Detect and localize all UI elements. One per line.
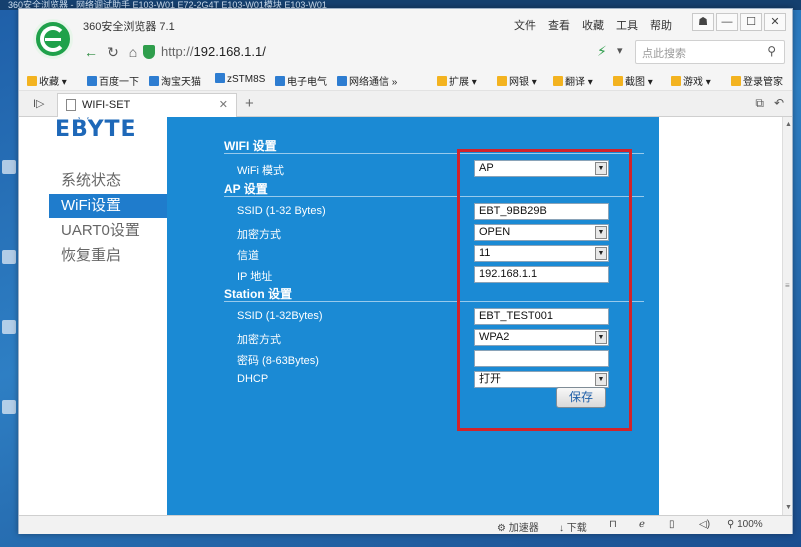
fav-item[interactable]: 登录管家 bbox=[731, 73, 783, 88]
status-bar: ⚙ 加速器 ↓ 下载 ⊓ ℯ ▯ ◁) ⚲ 100% bbox=[19, 515, 792, 534]
fav-item[interactable]: zSTM8S bbox=[215, 73, 265, 85]
favicon-icon bbox=[497, 76, 507, 86]
menu-view[interactable]: 查看 bbox=[548, 17, 570, 33]
menu-help[interactable]: 帮助 bbox=[650, 17, 672, 33]
scroll-grip-icon[interactable]: ≡ bbox=[785, 281, 790, 290]
ap-encryption-label: 加密方式 bbox=[237, 229, 281, 241]
favicon-icon bbox=[671, 76, 681, 86]
menu-file[interactable]: 文件 bbox=[514, 17, 536, 33]
menu-bar: 文件 查看 收藏 工具 帮助 bbox=[514, 17, 672, 33]
minimize-button[interactable]: — bbox=[716, 13, 738, 31]
accelerator-button[interactable]: ⚙ 加速器 bbox=[497, 519, 539, 534]
fav-item[interactable]: 淘宝天猫 bbox=[149, 73, 201, 88]
fav-item[interactable]: 网银 ▾ bbox=[497, 73, 537, 88]
favicon-icon bbox=[613, 76, 623, 86]
sta-encryption-label: 加密方式 bbox=[237, 334, 281, 346]
desktop-icon[interactable] bbox=[2, 320, 16, 334]
desktop-icon[interactable] bbox=[2, 400, 16, 414]
page-icon bbox=[66, 99, 76, 111]
tab-bar: I▷ WIFI-SET ✕ + ⧉ ↶ bbox=[19, 91, 792, 117]
chevron-down-icon[interactable]: ▾ bbox=[617, 44, 623, 57]
favorites-bar: 收藏 ▾ 百度一下 淘宝天猫 zSTM8S 电子电气 网络通信 » 扩展 ▾ 网… bbox=[19, 67, 792, 91]
browser-mode-icon[interactable]: ℯ bbox=[639, 519, 645, 530]
app-title: 360安全浏览器 7.1 bbox=[83, 21, 175, 33]
download-button[interactable]: ↓ 下载 bbox=[559, 519, 587, 534]
security-shield-icon[interactable] bbox=[143, 45, 155, 59]
maximize-button[interactable]: ☐ bbox=[740, 13, 762, 31]
search-input[interactable]: 点此搜索 ⚲ bbox=[635, 40, 785, 64]
search-placeholder: 点此搜索 bbox=[642, 48, 686, 60]
translate-icon[interactable]: ⊓ bbox=[609, 519, 617, 530]
zoom-level[interactable]: ⚲ 100% bbox=[727, 519, 763, 530]
star-icon bbox=[27, 76, 37, 86]
sidebar-item-uart0-settings[interactable]: UART0设置 bbox=[49, 219, 167, 243]
undo-close-icon[interactable]: ↶ bbox=[774, 96, 784, 111]
ap-ssid-label: SSID (1-32 Bytes) bbox=[237, 205, 326, 217]
desktop-icon[interactable] bbox=[2, 160, 16, 174]
scroll-up-icon[interactable]: ▲ bbox=[785, 121, 792, 128]
fav-item[interactable]: 百度一下 bbox=[87, 73, 139, 88]
highlight-annotation-box bbox=[457, 149, 632, 431]
section-title-station: Station 设置 bbox=[224, 287, 292, 301]
url-host: 192.168.1.1/ bbox=[193, 44, 266, 59]
favicon-icon bbox=[87, 76, 97, 86]
sta-password-label: 密码 (8-63Bytes) bbox=[237, 355, 319, 367]
menu-favorites[interactable]: 收藏 bbox=[582, 17, 604, 33]
search-icon[interactable]: ⚲ bbox=[767, 44, 776, 58]
sta-dhcp-label: DHCP bbox=[237, 373, 269, 385]
config-sidebar: \ ' / EBYTE 系统状态 WiFi设置 UART0设置 恢复重启 bbox=[19, 117, 167, 515]
title-bar: 360安全浏览器 7.1 文件 查看 收藏 工具 帮助 ☗ — ☐ ✕ bbox=[19, 9, 792, 37]
volume-icon[interactable]: ◁) bbox=[699, 519, 710, 530]
browser-logo-icon[interactable] bbox=[33, 19, 73, 59]
favicon-icon bbox=[553, 76, 563, 86]
window-controls: ☗ — ☐ ✕ bbox=[692, 13, 786, 31]
new-tab-icon[interactable]: + bbox=[245, 95, 254, 112]
fav-item-favorites[interactable]: 收藏 ▾ bbox=[27, 73, 67, 88]
ap-channel-label: 信道 bbox=[237, 250, 259, 262]
back-arrow-icon[interactable]: ← bbox=[81, 42, 101, 62]
home-icon[interactable]: ⌂ bbox=[123, 42, 143, 62]
fav-item[interactable]: 扩展 ▾ bbox=[437, 73, 477, 88]
favicon-icon bbox=[437, 76, 447, 86]
skin-icon[interactable]: ☗ bbox=[692, 13, 714, 31]
fav-item[interactable]: 截图 ▾ bbox=[613, 73, 653, 88]
fav-item[interactable]: 翻译 ▾ bbox=[553, 73, 593, 88]
section-title-ap: AP 设置 bbox=[224, 182, 268, 196]
url-field[interactable]: http://192.168.1.1/ bbox=[161, 41, 621, 63]
favicon-icon bbox=[731, 76, 741, 86]
tab-title: WIFI-SET bbox=[82, 99, 131, 111]
page-viewport: \ ' / EBYTE 系统状态 WiFi设置 UART0设置 恢复重启 WIF… bbox=[19, 117, 782, 515]
tab-tools: ⧉ ↶ bbox=[755, 96, 784, 111]
ap-ip-label: IP 地址 bbox=[237, 271, 273, 283]
wifi-mode-label: WiFi 模式 bbox=[237, 165, 285, 177]
sidebar-item-wifi-settings[interactable]: WiFi设置 bbox=[49, 194, 167, 218]
sidebar-item-restore-reboot[interactable]: 恢复重启 bbox=[49, 244, 167, 268]
menu-tools[interactable]: 工具 bbox=[616, 17, 638, 33]
favicon-icon bbox=[275, 76, 285, 86]
favicon-icon bbox=[149, 76, 159, 86]
settings-panel: WIFI 设置 WiFi 模式 AP ▼ AP 设置 SSID (1-32 By… bbox=[167, 117, 659, 515]
browser-window: 360安全浏览器 7.1 文件 查看 收藏 工具 帮助 ☗ — ☐ ✕ ← ↻ … bbox=[18, 8, 793, 534]
sta-ssid-label: SSID (1-32Bytes) bbox=[237, 310, 323, 322]
desktop-icon[interactable] bbox=[2, 250, 16, 264]
favicon-icon bbox=[337, 76, 347, 86]
fav-item[interactable]: 游戏 ▾ bbox=[671, 73, 711, 88]
close-button[interactable]: ✕ bbox=[764, 13, 786, 31]
sidebar-toggle-icon[interactable]: I▷ bbox=[33, 97, 45, 110]
section-title-wifi: WIFI 设置 bbox=[224, 139, 277, 153]
speed-mode-icon[interactable]: ⚡ bbox=[597, 43, 607, 60]
scroll-down-icon[interactable]: ▼ bbox=[785, 504, 792, 511]
fav-item[interactable]: 电子电气 bbox=[275, 73, 327, 88]
tab-wifi-set[interactable]: WIFI-SET ✕ bbox=[57, 93, 237, 117]
brand-logo: EBYTE bbox=[55, 117, 137, 142]
fav-item[interactable]: 网络通信 » bbox=[337, 73, 397, 88]
restore-tabs-icon[interactable]: ⧉ bbox=[755, 96, 764, 111]
sidebar-item-system-status[interactable]: 系统状态 bbox=[49, 169, 167, 193]
address-bar: ← ↻ ⌂ http://192.168.1.1/ ⚡ ▾ 点此搜索 ⚲ bbox=[19, 37, 792, 67]
favicon-icon bbox=[215, 73, 225, 83]
close-tab-icon[interactable]: ✕ bbox=[219, 98, 228, 111]
window-icon[interactable]: ▯ bbox=[669, 519, 675, 530]
refresh-icon[interactable]: ↻ bbox=[103, 42, 123, 62]
vertical-scrollbar[interactable]: ▲ ≡ ▼ bbox=[782, 117, 792, 515]
